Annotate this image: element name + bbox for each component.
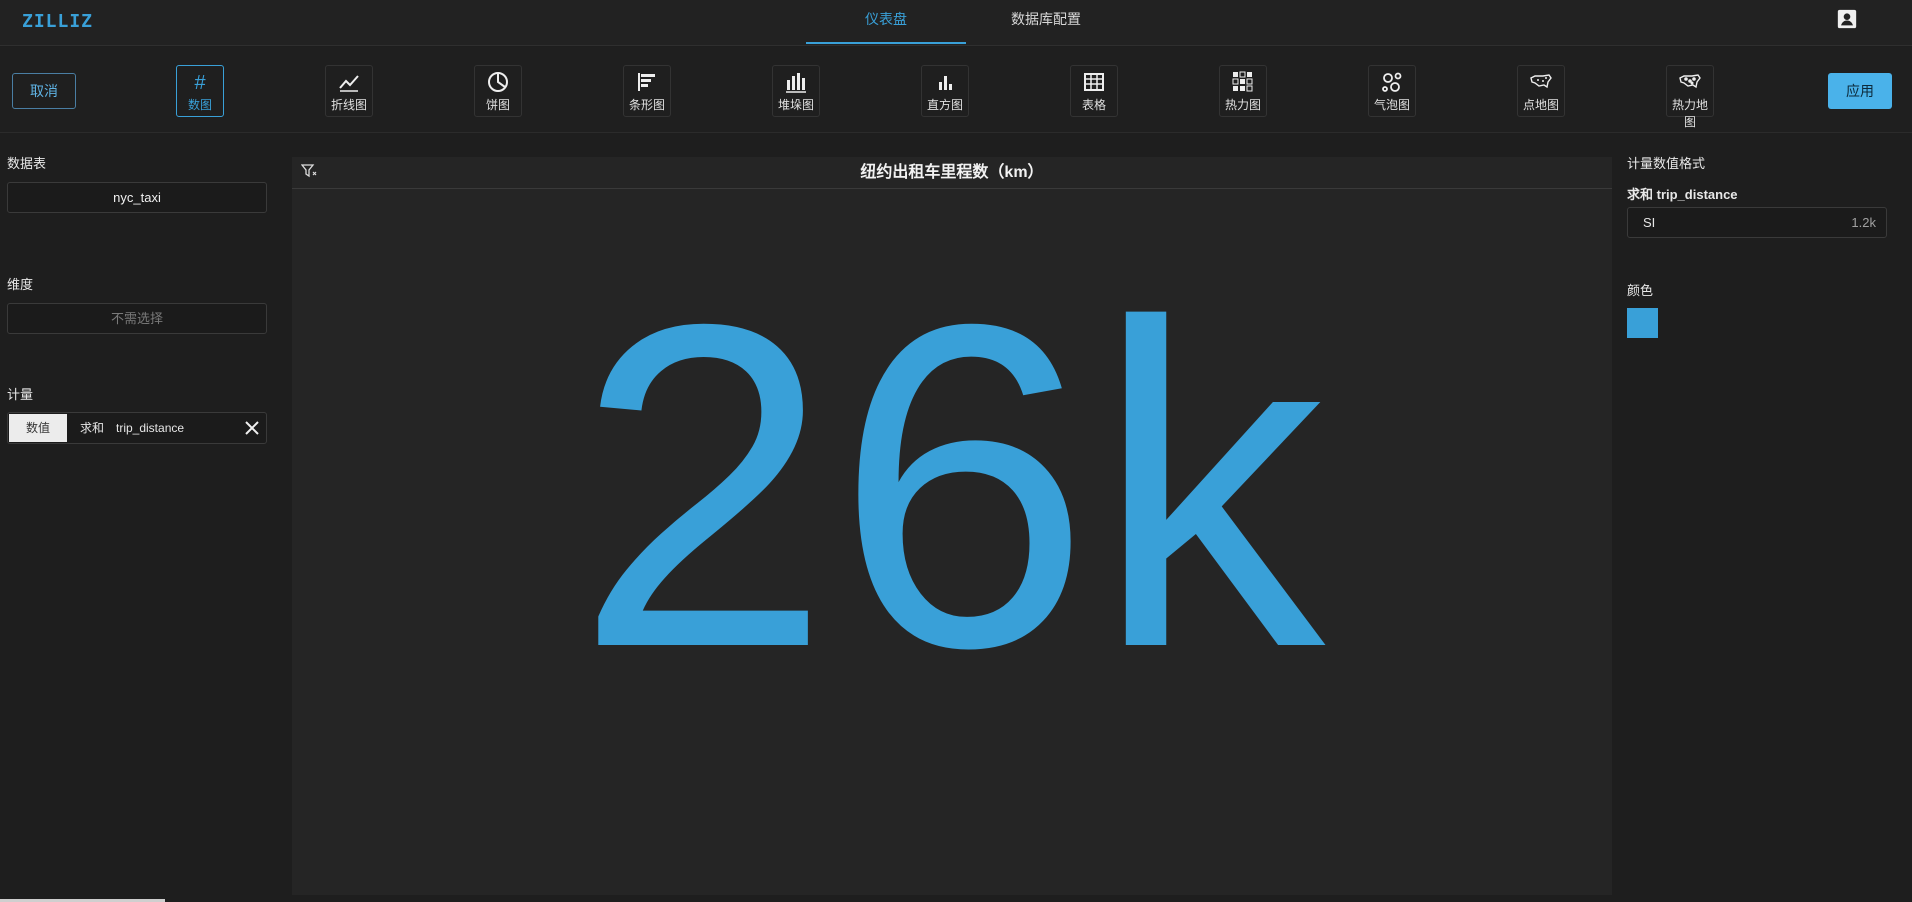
heat-map-icon bbox=[1667, 66, 1713, 96]
table-icon bbox=[1071, 66, 1117, 96]
measure-item[interactable]: 数值 求和 trip_distance bbox=[7, 412, 267, 444]
chart-type-label: 点地图 bbox=[1522, 98, 1559, 112]
chart-type-label: 气泡图 bbox=[1373, 98, 1410, 112]
format-example: 1.2k bbox=[1851, 215, 1876, 230]
chart-type-label: 热力地图 bbox=[1671, 98, 1708, 129]
number-format-select[interactable]: SI 1.2k bbox=[1627, 207, 1887, 238]
app-logo: ZILLIZ bbox=[22, 11, 94, 32]
cancel-button[interactable]: 取消 bbox=[12, 73, 76, 109]
color-section-title: 颜色 bbox=[1627, 283, 1654, 298]
measure-field-name[interactable]: trip_distance bbox=[116, 413, 184, 443]
format-measure-label: 求和 trip_distance bbox=[1627, 187, 1738, 202]
tab-dashboard[interactable]: 仪表盘 bbox=[806, 0, 966, 44]
line-chart-icon bbox=[326, 66, 372, 96]
chart-type-bar[interactable]: 条形图 bbox=[623, 65, 671, 117]
measure-section-title: 计量 bbox=[7, 387, 34, 402]
format-name: SI bbox=[1643, 215, 1656, 230]
chart-type-number[interactable]: # 数图 bbox=[176, 65, 224, 117]
chart-type-point-map[interactable]: 点地图 bbox=[1517, 65, 1565, 117]
chart-type-pie[interactable]: 饼图 bbox=[474, 65, 522, 117]
top-nav-bar: ZILLIZ 仪表盘 数据库配置 bbox=[0, 0, 1912, 46]
chart-type-heat-map[interactable]: 热力地图 bbox=[1666, 65, 1714, 129]
measure-type-button[interactable]: 数值 bbox=[9, 414, 67, 442]
chart-type-line[interactable]: 折线图 bbox=[325, 65, 373, 117]
chart-type-label: 条形图 bbox=[628, 98, 665, 112]
chart-type-histogram[interactable]: 直方图 bbox=[921, 65, 969, 117]
histogram-icon bbox=[922, 66, 968, 96]
chart-header: 纽约出租车里程数（km） bbox=[292, 157, 1612, 189]
point-map-icon bbox=[1518, 66, 1564, 96]
table-section-title: 数据表 bbox=[7, 156, 47, 171]
dimension-select[interactable]: 不需选择 bbox=[7, 303, 267, 334]
chart-type-label: 折线图 bbox=[330, 98, 367, 112]
chart-type-toolbar: 取消 # 数图 折线图 饼图 条形图 堆垛图 直方图 表格 热力图 气泡图 点地… bbox=[0, 47, 1912, 133]
chart-type-table[interactable]: 表格 bbox=[1070, 65, 1118, 117]
chart-type-label: 热力图 bbox=[1224, 98, 1261, 112]
heatmap-icon bbox=[1220, 66, 1266, 96]
table-select[interactable]: nyc_taxi bbox=[7, 182, 267, 213]
chart-type-heatmap[interactable]: 热力图 bbox=[1219, 65, 1267, 117]
format-section-title: 计量数值格式 bbox=[1627, 156, 1706, 171]
stacked-bar-icon bbox=[773, 66, 819, 96]
chart-type-label: 表格 bbox=[1081, 98, 1106, 112]
chart-type-stacked[interactable]: 堆垛图 bbox=[772, 65, 820, 117]
bar-chart-icon bbox=[624, 66, 670, 96]
filter-icon[interactable] bbox=[300, 163, 317, 179]
chart-type-label: 数图 bbox=[187, 98, 212, 112]
measure-aggregation[interactable]: 求和 bbox=[80, 413, 104, 443]
tab-database-config[interactable]: 数据库配置 bbox=[966, 0, 1126, 44]
chart-type-label: 饼图 bbox=[485, 98, 510, 112]
bubble-chart-icon bbox=[1369, 66, 1415, 96]
chart-type-bubble[interactable]: 气泡图 bbox=[1368, 65, 1416, 117]
pie-chart-icon bbox=[475, 66, 521, 96]
chart-type-label: 直方图 bbox=[926, 98, 963, 112]
apply-button[interactable]: 应用 bbox=[1828, 73, 1892, 109]
color-swatch[interactable] bbox=[1627, 308, 1658, 338]
user-account-icon[interactable] bbox=[1836, 8, 1858, 30]
hash-icon: # bbox=[194, 72, 206, 94]
close-icon[interactable] bbox=[244, 420, 260, 436]
chart-type-label: 堆垛图 bbox=[777, 98, 814, 112]
dimension-section-title: 维度 bbox=[7, 277, 34, 292]
chart-panel: 纽约出租车里程数（km） 26k bbox=[292, 157, 1612, 895]
chart-title: 纽约出租车里程数（km） bbox=[860, 164, 1044, 181]
